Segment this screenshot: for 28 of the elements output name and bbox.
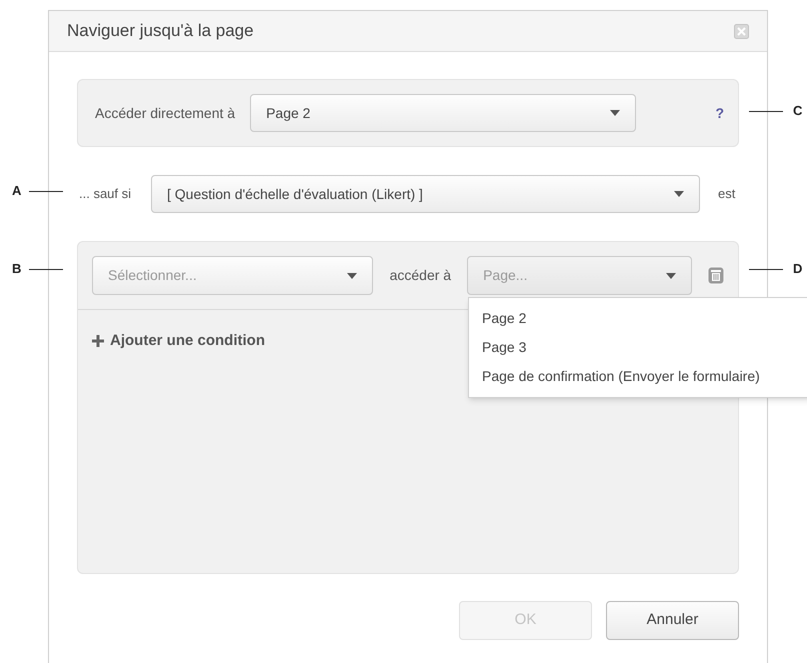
leader-line	[29, 190, 64, 192]
field-label: accéder à	[390, 266, 452, 285]
field-label: est	[718, 185, 736, 204]
help-link[interactable]: ?	[715, 102, 724, 124]
question-dropdown[interactable]: [ Question d'échelle d'évaluation (Likert) ]	[151, 175, 700, 213]
close-icon[interactable]	[734, 24, 749, 38]
cancel-button[interactable]: Annuler	[606, 601, 739, 640]
callout-letter: C	[793, 102, 802, 120]
callout-letter: B	[12, 260, 22, 278]
callout-letter: A	[12, 182, 22, 200]
menu-item[interactable]: Page de confirmation (Envoyer le formulaire)	[469, 362, 807, 391]
leader-line	[749, 110, 783, 112]
dialog-title: Naviguer jusqu'à la page	[67, 20, 254, 42]
plus-icon	[92, 335, 104, 348]
caret-icon	[674, 191, 684, 197]
caret-icon	[610, 110, 620, 116]
field-label: Accéder directement à	[95, 104, 236, 122]
callout-letter: D	[793, 260, 802, 278]
leader-line	[749, 268, 783, 270]
page-dropdown[interactable]: Page 2	[250, 94, 636, 132]
caret-icon	[346, 272, 357, 278]
trash-icon[interactable]	[708, 267, 724, 284]
add-condition-link[interactable]: Ajouter une condition	[92, 330, 265, 352]
menu-item[interactable]: Page 3	[469, 333, 807, 362]
leader-line	[29, 268, 64, 270]
caret-icon	[666, 272, 676, 278]
menu-item[interactable]: Page 2	[469, 304, 807, 333]
field-label: ... sauf si	[79, 185, 132, 204]
